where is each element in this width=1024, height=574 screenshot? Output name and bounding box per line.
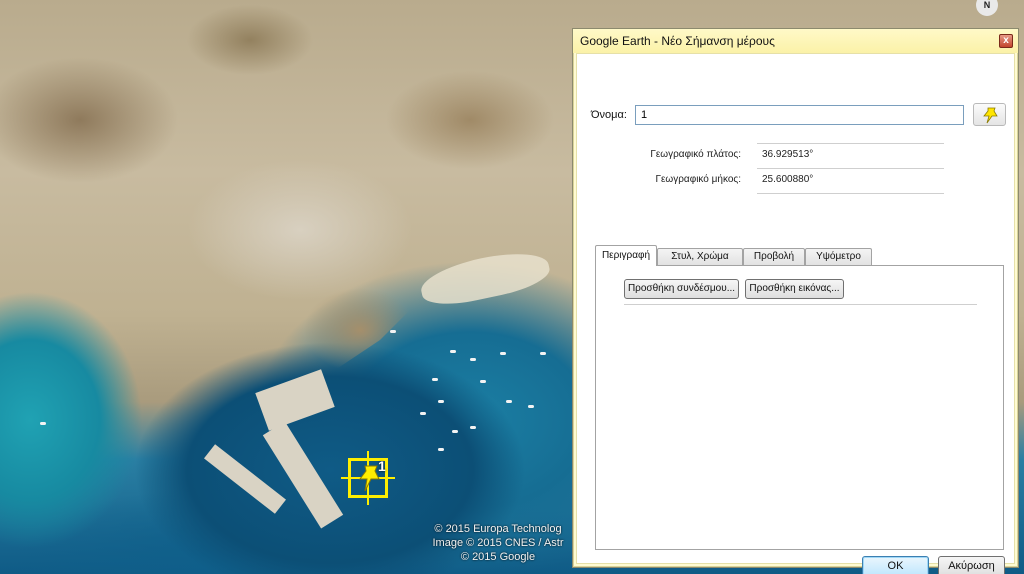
boat — [480, 380, 486, 383]
boat — [452, 430, 458, 433]
boat — [528, 405, 534, 408]
description-panel[interactable]: Προσθήκη συνδέσμου... Προσθήκη εικόνας..… — [595, 265, 1004, 550]
boat — [390, 330, 396, 333]
divider — [757, 168, 944, 169]
add-link-button[interactable]: Προσθήκη συνδέσμου... — [624, 279, 739, 299]
name-input[interactable] — [635, 105, 964, 125]
yellow-pushpin-icon — [983, 107, 998, 124]
copyright-line: © 2015 Europa Technolog — [434, 523, 562, 535]
divider — [757, 193, 944, 194]
boat — [470, 358, 476, 361]
tab-description[interactable]: Περιγραφή — [595, 245, 657, 266]
tab-view[interactable]: Προβολή — [743, 248, 805, 265]
copyright-line: © 2015 Google — [460, 551, 536, 563]
boat — [438, 400, 444, 403]
close-button[interactable]: x — [999, 34, 1013, 48]
divider — [757, 143, 944, 144]
tab-style-color[interactable]: Στυλ, Χρώμα — [657, 248, 743, 265]
boat — [470, 426, 476, 429]
new-placemark-dialog: Google Earth - Νέο Σήμανση μέρους x Όνομ… — [572, 28, 1019, 574]
latitude-value[interactable]: 36.929513° — [762, 149, 813, 160]
boat — [432, 378, 438, 381]
cancel-button[interactable]: Ακύρωση — [938, 556, 1005, 574]
placemark-label: 1 — [378, 458, 386, 474]
boat — [500, 352, 506, 355]
boat — [420, 412, 426, 415]
boat — [506, 400, 512, 403]
boat — [540, 352, 546, 355]
latitude-label: Γεωγραφικό πλάτος: — [650, 149, 741, 160]
dialog-title: Google Earth - Νέο Σήμανση μέρους — [580, 34, 775, 48]
longitude-value[interactable]: 25.600880° — [762, 174, 813, 185]
name-label: Όνομα: — [591, 109, 627, 121]
add-image-button[interactable]: Προσθήκη εικόνας... — [745, 279, 844, 299]
breakwater — [203, 444, 287, 514]
map-copyright: © 2015 Europa Technolog Image © 2015 CNE… — [418, 522, 578, 564]
ok-button[interactable]: OK — [862, 556, 929, 574]
copyright-line: Image © 2015 CNES / Astr — [432, 537, 564, 549]
compass-north-icon[interactable]: N — [976, 0, 998, 16]
boat — [438, 448, 444, 451]
longitude-label: Γεωγραφικό μήκος: — [655, 174, 741, 185]
placemark-icon-button[interactable] — [973, 103, 1006, 126]
boat — [450, 350, 456, 353]
dialog-titlebar[interactable]: Google Earth - Νέο Σήμανση μέρους x — [573, 29, 1018, 53]
divider — [624, 304, 977, 305]
dialog-client-area: Όνομα: Γεωγραφικό πλάτος: 36.929513° Γεω… — [576, 53, 1015, 574]
tab-altitude[interactable]: Υψόμετρο — [805, 248, 872, 265]
boat — [40, 422, 46, 425]
